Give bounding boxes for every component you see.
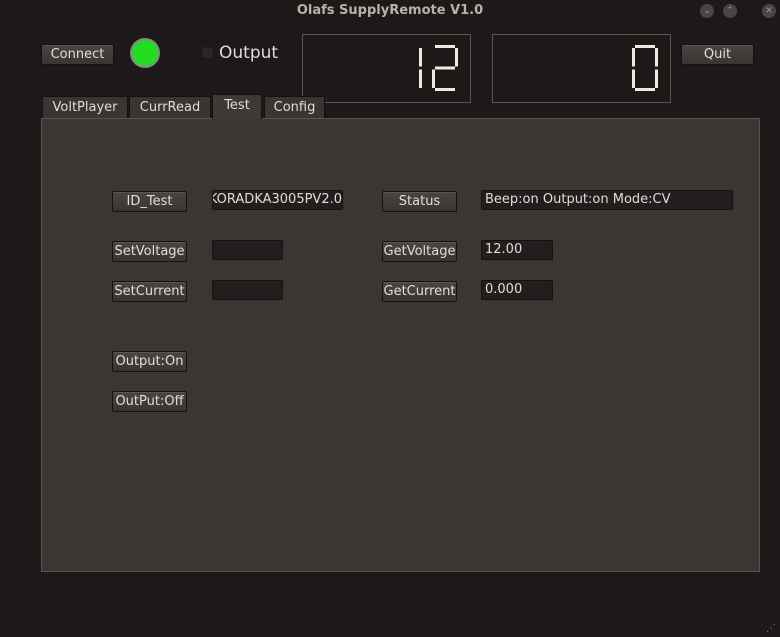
segment-e <box>632 69 635 88</box>
test-panel <box>41 118 760 572</box>
set-current-button[interactable]: SetCurrent <box>112 281 187 302</box>
status-button[interactable]: Status <box>382 191 457 212</box>
current-digits <box>632 45 658 91</box>
segment-g <box>435 66 455 70</box>
get-voltage-button[interactable]: GetVoltage <box>382 241 457 262</box>
segment-b <box>655 48 658 67</box>
set-voltage-field[interactable] <box>212 240 283 260</box>
status-field[interactable]: Beep:on Output:on Mode:CV <box>481 190 733 210</box>
get-current-button[interactable]: GetCurrent <box>382 281 457 302</box>
output-label: Output <box>219 43 279 63</box>
get-current-field[interactable]: 0.000 <box>481 280 553 300</box>
window-title: Olafs SupplyRemote V1.0 <box>296 3 484 18</box>
connection-led <box>130 38 160 68</box>
segment-b <box>419 48 422 67</box>
current-display <box>492 34 671 103</box>
segment-c <box>419 69 422 88</box>
tab-test[interactable]: Test <box>212 94 262 119</box>
output-on-button[interactable]: Output:On <box>112 351 187 372</box>
output-off-button[interactable]: OutPut:Off <box>112 391 187 412</box>
output-checkbox[interactable] <box>202 47 213 58</box>
voltage-digits <box>419 45 458 91</box>
tab-curread[interactable]: CurrRead <box>129 96 211 118</box>
maximize-icon[interactable]: ⌃ <box>723 4 737 18</box>
voltage-display <box>302 34 471 103</box>
close-icon[interactable]: ✕ <box>762 4 776 18</box>
set-current-field[interactable] <box>212 280 283 300</box>
connect-button[interactable]: Connect <box>41 44 114 65</box>
id-field[interactable]: KORADKA3005PV2.0 <box>212 190 343 210</box>
resize-grip-icon[interactable]: ⋰ <box>766 623 776 634</box>
id-test-button[interactable]: ID_Test <box>112 191 187 212</box>
segment-e <box>432 69 435 88</box>
segment-a <box>435 45 455 48</box>
tab-voltplayer[interactable]: VoltPlayer <box>42 96 128 118</box>
minimize-icon[interactable]: ⌄ <box>700 4 714 18</box>
segment-d <box>635 88 655 91</box>
segment-f <box>632 48 635 67</box>
get-voltage-field[interactable]: 12.00 <box>481 240 553 260</box>
segment-b <box>455 48 458 67</box>
tab-config[interactable]: Config <box>264 96 325 118</box>
set-voltage-button[interactable]: SetVoltage <box>112 241 187 262</box>
segment-d <box>435 88 455 91</box>
segment-c <box>655 69 658 88</box>
segment-a <box>635 45 655 48</box>
quit-button[interactable]: Quit <box>681 44 754 65</box>
